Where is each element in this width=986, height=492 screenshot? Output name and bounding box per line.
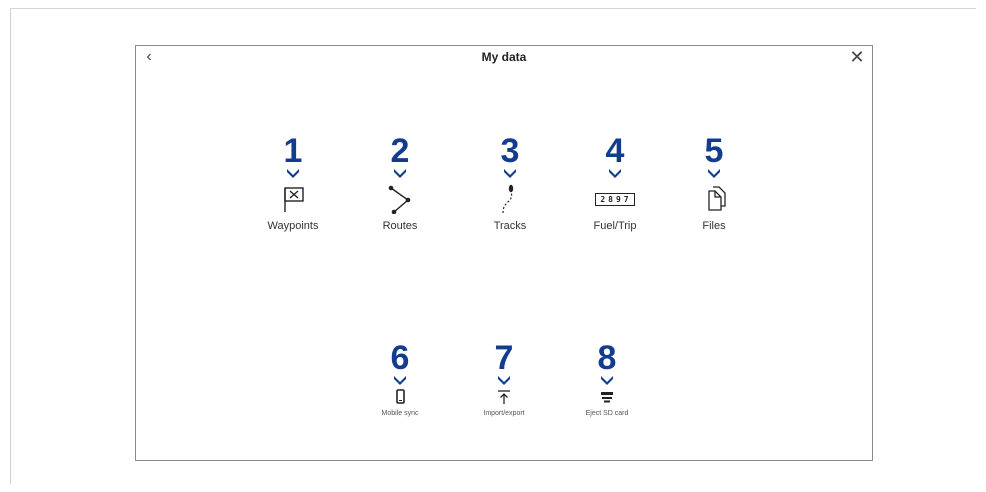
tracks-label: Tracks <box>493 220 527 232</box>
fuel-trip-button[interactable]: 4 2897 Fuel/Trip <box>560 134 670 232</box>
import-export-icon <box>498 390 510 404</box>
tracks-button[interactable]: 3 Tracks <box>455 134 565 232</box>
close-icon: ✕ <box>849 47 865 67</box>
title-bar: ‹ My data ✕ <box>136 46 872 70</box>
trip-counter-icon: 2897 <box>592 184 638 214</box>
callout-number: 3 <box>500 132 520 170</box>
routes-button[interactable]: 2 Routes <box>345 134 455 232</box>
callout-number: 5 <box>704 132 724 170</box>
files-icon <box>708 186 726 211</box>
routes-label: Routes <box>382 220 418 232</box>
my-data-dialog: ‹ My data ✕ 1 Waypoints 2 Routes 3 Track… <box>135 45 873 461</box>
import-export-label: Import/export <box>483 410 525 417</box>
callout-number: 1 <box>283 132 303 170</box>
callout-number: 8 <box>597 339 617 377</box>
mobile-sync-label: Mobile sync <box>381 410 419 417</box>
track-icon <box>502 184 514 214</box>
callout-number: 4 <box>605 132 625 170</box>
callout-number: 6 <box>390 339 410 377</box>
trip-counter-digits: 2897 <box>595 192 635 206</box>
import-export-button[interactable]: 7 Import/export <box>449 341 559 417</box>
callout-number: 2 <box>390 132 410 170</box>
waypoints-label: Waypoints <box>267 220 319 232</box>
mobile-sync-button[interactable]: 6 Mobile sync <box>345 341 455 417</box>
mobile-phone-icon <box>396 389 405 404</box>
waypoints-button[interactable]: 1 Waypoints <box>238 134 348 232</box>
route-icon <box>388 185 411 214</box>
fuel-trip-label: Fuel/Trip <box>593 220 637 232</box>
callout-number: 7 <box>494 339 514 377</box>
files-label: Files <box>702 220 726 232</box>
page-title: My data <box>481 50 527 64</box>
eject-sd-card-icon <box>601 392 613 403</box>
files-button[interactable]: 5 Files <box>659 134 769 232</box>
eject-sd-card-button[interactable]: 8 Eject SD card <box>552 341 662 417</box>
close-button[interactable]: ✕ <box>848 47 866 67</box>
eject-sd-card-label: Eject SD card <box>585 410 629 417</box>
waypoint-flag-icon <box>284 187 304 212</box>
